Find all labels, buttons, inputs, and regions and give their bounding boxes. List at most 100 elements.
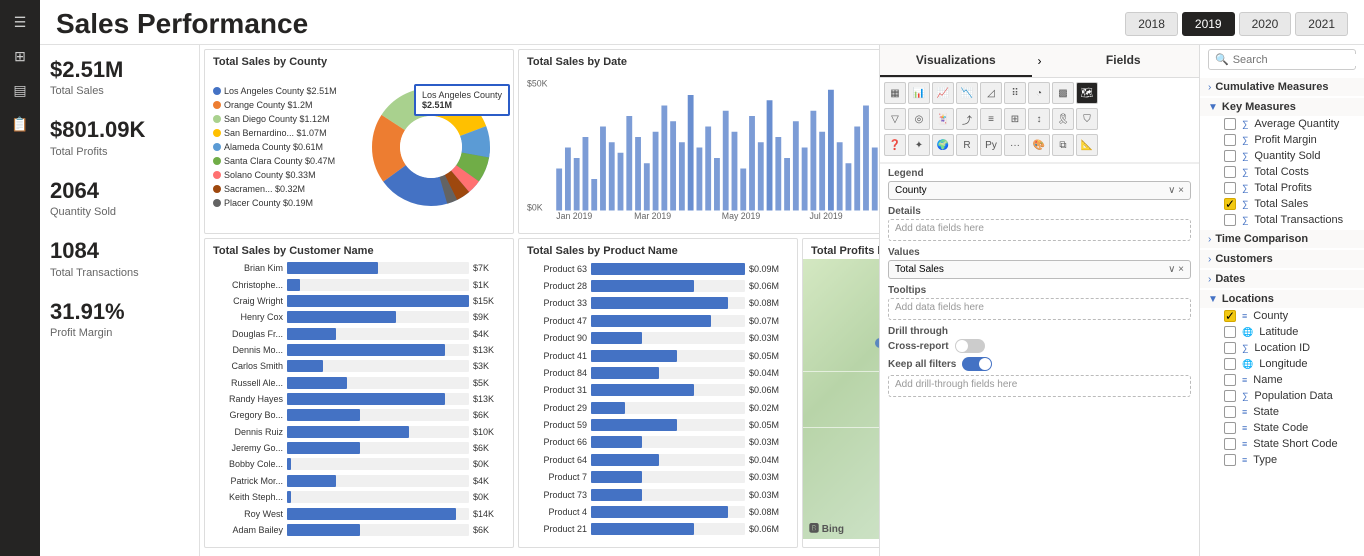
field-item-5-5[interactable]: ∑Population Data: [1200, 388, 1364, 404]
product-bar-row-13: Product 73 $0.03M: [527, 487, 789, 502]
field-item-1-5[interactable]: ✓∑Total Sales: [1200, 196, 1364, 212]
viz-icon-matrix[interactable]: ⊞: [1004, 108, 1026, 130]
field-group-header-0[interactable]: ›Cumulative Measures: [1200, 78, 1364, 96]
sidebar-icon-list[interactable]: ▤: [6, 76, 34, 104]
field-checkbox-1-1[interactable]: [1224, 134, 1236, 146]
viz-icon-more[interactable]: ···: [1004, 134, 1026, 156]
field-item-5-2[interactable]: ∑Location ID: [1200, 340, 1364, 356]
field-checkbox-5-4[interactable]: [1224, 374, 1236, 386]
field-item-1-0[interactable]: ∑Average Quantity: [1200, 116, 1364, 132]
viz-icon-line[interactable]: 📉: [956, 82, 978, 104]
viz-icon-filter-pane[interactable]: ⧉: [1052, 134, 1074, 156]
drillthrough-field[interactable]: Add drill-through fields here: [888, 375, 1191, 397]
field-checkbox-5-3[interactable]: [1224, 358, 1236, 370]
search-input[interactable]: [1233, 54, 1364, 66]
product-bar-row-10: Product 66 $0.03M: [527, 435, 789, 450]
viz-icon-pie[interactable]: ◔: [1028, 82, 1050, 104]
donut-label-text-4: Alameda County $0.61M: [224, 142, 323, 152]
donut-chart-container: Los Angeles County $2.51M Orange County …: [205, 70, 513, 223]
year-btn-2019[interactable]: 2019: [1182, 12, 1235, 36]
year-btn-2021[interactable]: 2021: [1295, 12, 1348, 36]
viz-icon-analytics[interactable]: 📐: [1076, 134, 1098, 156]
field-checkbox-1-3[interactable]: [1224, 166, 1236, 178]
viz-icon-table[interactable]: ▦: [884, 82, 906, 104]
viz-icon-card[interactable]: 🃏: [932, 108, 954, 130]
year-btn-2018[interactable]: 2018: [1125, 12, 1178, 36]
viz-icon-r[interactable]: R: [956, 134, 978, 156]
field-group-header-2[interactable]: ›Time Comparison: [1200, 230, 1364, 248]
customer-fill-2: [287, 295, 469, 307]
field-group-header-5[interactable]: ▼Locations: [1200, 290, 1364, 308]
field-checkbox-5-0[interactable]: ✓: [1224, 310, 1236, 322]
field-checkbox-5-9[interactable]: [1224, 454, 1236, 466]
viz-icon-waterfall[interactable]: ↕: [1028, 108, 1050, 130]
field-item-5-9[interactable]: ≡Type: [1200, 452, 1364, 468]
field-checkbox-5-5[interactable]: [1224, 390, 1236, 402]
field-checkbox-5-6[interactable]: [1224, 406, 1236, 418]
field-item-5-4[interactable]: ≡Name: [1200, 372, 1364, 388]
viz-icon-map[interactable]: 🗺: [1076, 82, 1098, 104]
field-icon-5-7: ≡: [1242, 423, 1247, 433]
field-checkbox-1-6[interactable]: [1224, 214, 1236, 226]
tab-fields[interactable]: Fields: [1048, 45, 1200, 77]
field-item-1-4[interactable]: ∑Total Profits: [1200, 180, 1364, 196]
field-item-5-3[interactable]: 🌐Longitude: [1200, 356, 1364, 372]
sidebar-icon-doc[interactable]: 📋: [6, 110, 34, 138]
field-group-header-3[interactable]: ›Customers: [1200, 250, 1364, 268]
crossreport-toggle[interactable]: [955, 339, 985, 353]
viz-icon-ribbon[interactable]: 🎗: [1052, 108, 1074, 130]
customer-fill-7: [287, 377, 347, 389]
viz-properties: Legend County ∨ × Details Add data field…: [880, 163, 1199, 401]
field-item-5-0[interactable]: ✓≡County: [1200, 308, 1364, 324]
field-checkbox-5-1[interactable]: [1224, 326, 1236, 338]
field-group-header-4[interactable]: ›Dates: [1200, 270, 1364, 288]
tooltips-field[interactable]: Add data fields here: [888, 298, 1191, 320]
tab-visualizations[interactable]: Visualizations: [880, 45, 1032, 77]
viz-icon-funnel[interactable]: ▽: [884, 108, 906, 130]
viz-icon-arcgis[interactable]: 🌍: [932, 134, 954, 156]
field-item-5-1[interactable]: 🌐Latitude: [1200, 324, 1364, 340]
viz-icon-format[interactable]: 🎨: [1028, 134, 1050, 156]
field-checkbox-1-0[interactable]: [1224, 118, 1236, 130]
field-item-5-8[interactable]: ≡State Short Code: [1200, 436, 1364, 452]
field-checkbox-5-7[interactable]: [1224, 422, 1236, 434]
panel-nav-arrow[interactable]: ›: [1032, 45, 1048, 77]
customer-fill-8: [287, 393, 445, 405]
field-item-5-7[interactable]: ≡State Code: [1200, 420, 1364, 436]
viz-icon-python[interactable]: Py: [980, 134, 1002, 156]
viz-icon-decomp[interactable]: ⛉: [1076, 108, 1098, 130]
year-btn-2020[interactable]: 2020: [1239, 12, 1292, 36]
viz-icon-gauge[interactable]: ◎: [908, 108, 930, 130]
product-track-5: [591, 350, 745, 362]
product-name-15: Product 21: [527, 524, 587, 534]
customer-bar-row-4: Douglas Fr... $4K: [213, 326, 505, 340]
keepfilters-toggle[interactable]: [962, 357, 992, 371]
field-checkbox-1-5[interactable]: ✓: [1224, 198, 1236, 210]
details-field[interactable]: Add data fields here: [888, 219, 1191, 241]
svg-text:May 2019: May 2019: [722, 211, 760, 221]
viz-icon-qa[interactable]: ❓: [884, 134, 906, 156]
search-box[interactable]: 🔍: [1208, 49, 1356, 70]
field-checkbox-1-2[interactable]: [1224, 150, 1236, 162]
viz-icon-scatter[interactable]: ⠿: [1004, 82, 1026, 104]
sidebar-icon-menu[interactable]: ☰: [6, 8, 34, 36]
field-item-1-3[interactable]: ∑Total Costs: [1200, 164, 1364, 180]
viz-icon-treemap[interactable]: ▩: [1052, 82, 1074, 104]
field-checkbox-5-2[interactable]: [1224, 342, 1236, 354]
viz-icon-kpi[interactable]: ⤴: [956, 108, 978, 130]
field-item-1-6[interactable]: ∑Total Transactions: [1200, 212, 1364, 228]
viz-icon-smart[interactable]: ✦: [908, 134, 930, 156]
viz-icon-slicer[interactable]: ≡: [980, 108, 1002, 130]
field-item-1-2[interactable]: ∑Quantity Sold: [1200, 148, 1364, 164]
field-checkbox-1-4[interactable]: [1224, 182, 1236, 194]
field-item-1-1[interactable]: ∑Profit Margin: [1200, 132, 1364, 148]
fields-panel: 🔍 ›Cumulative Measures ▼Key Measures∑Aver…: [1199, 45, 1364, 556]
viz-icon-column[interactable]: 📈: [932, 82, 954, 104]
field-group-header-1[interactable]: ▼Key Measures: [1200, 98, 1364, 116]
field-item-5-6[interactable]: ≡State: [1200, 404, 1364, 420]
viz-icon-bar[interactable]: 📊: [908, 82, 930, 104]
sidebar-icon-grid[interactable]: ⊞: [6, 42, 34, 70]
field-checkbox-5-8[interactable]: [1224, 438, 1236, 450]
viz-icon-area[interactable]: ◿: [980, 82, 1002, 104]
product-bar-row-6: Product 84 $0.04M: [527, 365, 789, 380]
